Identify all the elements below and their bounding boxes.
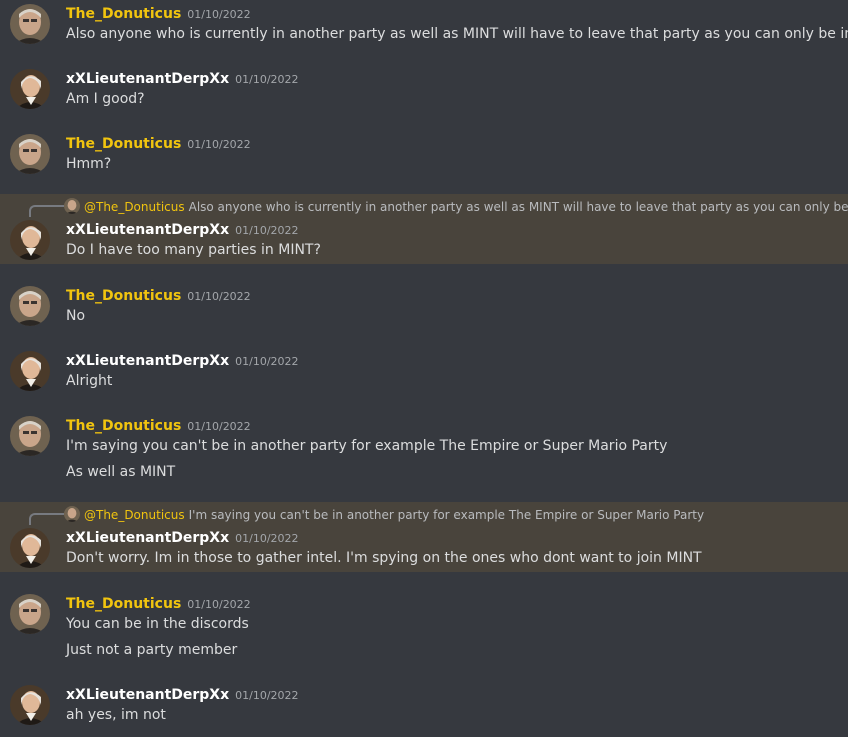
message: The_Donuticus 01/10/2022 You can be in th… (0, 590, 848, 676)
reply-text[interactable]: I'm saying you can't be in another party… (189, 508, 704, 522)
message-text: Don't worry. Im in those to gather intel… (66, 550, 702, 566)
hamilton-portrait-avatar-icon[interactable] (10, 69, 50, 109)
message: The_Donuticus 01/10/2022 No (0, 282, 848, 342)
chat-message-list[interactable]: The_Donuticus 01/10/2022 Also anyone who … (0, 0, 848, 737)
reply-spine (29, 205, 64, 217)
message: @The_Donuticus Also anyone who is current… (0, 194, 848, 264)
reply-text[interactable]: Also anyone who is currently in another … (189, 200, 848, 214)
elderly-man-avatar-icon[interactable] (10, 134, 50, 174)
elderly-man-avatar-icon[interactable] (10, 4, 50, 44)
message-text: Just not a party member (66, 642, 238, 658)
message: The_Donuticus 01/10/2022 Hmm? (0, 130, 848, 190)
message-author[interactable]: The_Donuticus (66, 418, 181, 434)
message-text: ah yes, im not (66, 707, 166, 723)
message-author[interactable]: xXLieutenantDerpXx (66, 530, 229, 546)
reply-author[interactable]: @The_Donuticus (84, 508, 185, 522)
message-timestamp: 01/10/2022 (235, 224, 299, 237)
message-text: No (66, 308, 86, 324)
message-timestamp: 01/10/2022 (187, 598, 251, 611)
message-text: I'm saying you can't be in another party… (66, 438, 668, 454)
message-author[interactable]: xXLieutenantDerpXx (66, 353, 229, 369)
message-author[interactable]: The_Donuticus (66, 596, 181, 612)
message-timestamp: 01/10/2022 (187, 138, 251, 151)
message-timestamp: 01/10/2022 (187, 420, 251, 433)
elderly-man-avatar-icon[interactable] (10, 416, 50, 456)
message-text: You can be in the discords (66, 616, 249, 632)
message-timestamp: 01/10/2022 (235, 689, 299, 702)
reply-spine (29, 513, 64, 525)
message: xXLieutenantDerpXx 01/10/2022 ah yes, im … (0, 681, 848, 737)
message-author[interactable]: The_Donuticus (66, 288, 181, 304)
message-text: Alright (66, 373, 113, 389)
message: @The_Donuticus I'm saying you can't be in… (0, 502, 848, 572)
elderly-man-avatar-icon[interactable] (10, 286, 50, 326)
elderly-man-avatar-icon (64, 506, 80, 522)
reply-author[interactable]: @The_Donuticus (84, 200, 185, 214)
message-author[interactable]: xXLieutenantDerpXx (66, 222, 229, 238)
message-text: Also anyone who is currently in another … (66, 26, 848, 42)
message-author[interactable]: xXLieutenantDerpXx (66, 687, 229, 703)
reply-preview[interactable]: @The_Donuticus Also anyone who is current… (64, 198, 848, 214)
reply-preview[interactable]: @The_Donuticus I'm saying you can't be in… (64, 506, 848, 522)
message-text: Hmm? (66, 156, 112, 172)
hamilton-portrait-avatar-icon[interactable] (10, 351, 50, 391)
message: xXLieutenantDerpXx 01/10/2022 Alright (0, 347, 848, 407)
message-timestamp: 01/10/2022 (187, 8, 251, 21)
message: The_Donuticus 01/10/2022 Also anyone who … (0, 0, 848, 60)
message-author[interactable]: xXLieutenantDerpXx (66, 71, 229, 87)
message-timestamp: 01/10/2022 (235, 355, 299, 368)
hamilton-portrait-avatar-icon[interactable] (10, 528, 50, 568)
message-author[interactable]: The_Donuticus (66, 6, 181, 22)
message-text: Do I have too many parties in MINT? (66, 242, 321, 258)
message-author[interactable]: The_Donuticus (66, 136, 181, 152)
message-timestamp: 01/10/2022 (235, 73, 299, 86)
message-text: Am I good? (66, 91, 145, 107)
message: The_Donuticus 01/10/2022 I'm saying you c… (0, 412, 848, 498)
message-timestamp: 01/10/2022 (187, 290, 251, 303)
message: xXLieutenantDerpXx 01/10/2022 Am I good? (0, 65, 848, 125)
hamilton-portrait-avatar-icon[interactable] (10, 685, 50, 725)
elderly-man-avatar-icon[interactable] (10, 594, 50, 634)
elderly-man-avatar-icon (64, 198, 80, 214)
message-timestamp: 01/10/2022 (235, 532, 299, 545)
message-text: As well as MINT (66, 464, 176, 480)
hamilton-portrait-avatar-icon[interactable] (10, 220, 50, 260)
